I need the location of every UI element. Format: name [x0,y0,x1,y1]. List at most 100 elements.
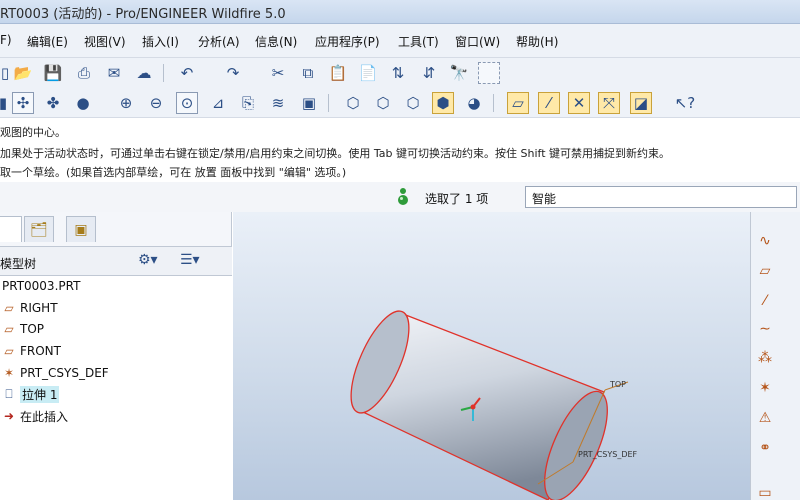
menu-window[interactable]: 窗口(W) [455,33,500,50]
menu-edit[interactable]: 编辑(E) [27,33,68,50]
tree-item-csys[interactable]: ✶ PRT_CSYS_DEF [0,363,109,383]
tab-favorites[interactable]: ▣ [66,216,96,242]
tree-settings-icon[interactable]: ⚙▾ [138,252,158,268]
menu-bar: F) 编辑(E) 视图(V) 插入(I) 分析(A) 信息(N) 应用程序(P)… [0,24,800,58]
menu-applications[interactable]: 应用程序(P) [315,33,380,50]
tree-item-label: FRONT [20,344,61,358]
csys-icon: ✶ [3,366,15,380]
selection-filter[interactable]: 智能 [525,186,797,208]
analysis-feature-icon[interactable]: ⚠ [754,407,776,429]
view-toolbar: ▮ ✣ ✤ ● ⊕ ⊖ ⊙ ⊿ ⎘ ≋ ▣ ⬡ ⬡ ⬡ ⬢ ◕ ▱ ⁄ ✕ ⤧ … [0,88,800,118]
datum-curve-icon[interactable]: ∿ [754,230,776,252]
tree-item-extrude[interactable]: ⎕ 拉伸 1 [0,384,60,404]
message-line: 观图的中心。 [0,126,66,139]
datum-points-icon[interactable]: ✕ [568,92,590,114]
menu-tools[interactable]: 工具(T) [398,33,439,50]
status-bar: 选取了 1 项 智能 [0,182,800,212]
regenerate-manager-icon[interactable]: ⇵ [418,62,440,84]
model-tree-title: 模型树 [0,257,37,271]
menu-info[interactable]: 信息(N) [255,33,297,50]
view-manager-icon[interactable]: ▣ [298,92,320,114]
tree-item-part[interactable]: PRT0003.PRT [0,276,80,296]
label-csys: PRT_CSYS_DEF [578,450,638,459]
model-view: TOP PRT_CSYS_DEF [350,310,638,500]
insert-feature-icon[interactable]: ⚭ [754,437,776,459]
tree-item-label: PRT0003.PRT [2,279,81,293]
message-area: 观图的中心。 加果处于活动状态时，可通过单击右键在锁定/禁用/启用约束之间切换。… [0,118,800,182]
tab-folder-browser[interactable]: 🗂 [24,216,54,242]
saved-views-icon[interactable]: ⎘ [237,92,259,114]
redo-icon[interactable]: ↷ [222,62,244,84]
save-icon[interactable]: 💾 [42,62,64,84]
tree-item-label: 在此插入 [20,409,69,424]
tree-item-insert-here[interactable]: ➜ 在此插入 [0,406,68,426]
toolbar-separator [493,94,494,112]
undo-icon[interactable]: ↶ [176,62,198,84]
menu-analysis[interactable]: 分析(A) [198,33,240,50]
open-icon[interactable]: 📂 [12,62,34,84]
regenerate-icon[interactable]: ⇅ [387,62,409,84]
menu-insert[interactable]: 插入(I) [142,33,179,50]
enhanced-realism-icon[interactable]: ◕ [463,92,485,114]
spin-center-icon[interactable]: ✣ [12,92,34,114]
orient-icon[interactable]: ✤ [42,92,64,114]
datum-axis-icon[interactable]: ⁄ [754,290,776,312]
extrude-icon: ⎕ [5,386,13,401]
paste-special-icon[interactable]: 📄 [357,62,379,84]
model-tree: PRT0003.PRT ▱ RIGHT ▱ TOP ▱ FRONT ✶ PRT_… [0,276,232,500]
selection-count: 选取了 1 项 [425,192,489,206]
datum-plane-icon: ▱ [4,301,14,315]
graphics-window[interactable]: TOP PRT_CSYS_DEF [233,212,750,500]
tree-item-label: PRT_CSYS_DEF [20,366,109,380]
coordinate-systems-icon[interactable]: ⤧ [598,92,620,114]
zoom-in-icon[interactable]: ⊕ [115,92,137,114]
datum-point-icon[interactable]: ⁂ [754,347,776,369]
tree-item-right[interactable]: ▱ RIGHT [0,298,58,318]
wireframe-icon[interactable]: ⬡ [342,92,364,114]
insert-arrow-icon: ➜ [3,409,15,423]
coordinate-system-icon[interactable]: ✶ [754,377,776,399]
sketched-curve-icon[interactable]: ∼ [754,318,776,340]
tab-model-tree[interactable] [0,216,22,242]
reorient-icon[interactable]: ⊿ [207,92,229,114]
context-help-icon[interactable]: ↖? [674,92,696,114]
navigator-panel: 🗂 ▣ 模型树 ⚙▾ ☰▾ PRT0003.PRT ▱ RIGHT ▱ TOP … [0,212,232,500]
datum-planes-icon[interactable]: ▱ [507,92,529,114]
hidden-line-icon[interactable]: ⬡ [372,92,394,114]
menu-file[interactable]: F) [0,33,12,47]
message-line: 取一个草绘。(如果首选内部草绘，可在 放置 面板中找到 "编辑" 选项。) [0,166,347,179]
shading-icon[interactable]: ⬢ [432,92,454,114]
print-icon[interactable]: ⎙ [73,62,95,84]
refit-icon[interactable]: ⊙ [176,92,198,114]
tree-item-front[interactable]: ▱ FRONT [0,341,61,361]
cut-icon[interactable]: ✂ [267,62,289,84]
paste-icon[interactable]: 📋 [327,62,349,84]
tree-item-label: 拉伸 1 [20,385,60,403]
menu-help[interactable]: 帮助(H) [516,33,558,50]
find-icon[interactable]: 🔭 [448,62,470,84]
email-icon[interactable]: ✉ [103,62,125,84]
label-top: TOP [609,380,626,389]
tree-item-top[interactable]: ▱ TOP [0,319,44,339]
copy-icon[interactable]: ⧉ [297,62,319,84]
toolbar-separator [163,64,164,82]
datum-axes-icon[interactable]: ⁄ [538,92,560,114]
sketch-icon[interactable]: ▭ [754,482,776,500]
datum-plane-icon: ▱ [4,344,14,358]
tree-columns-icon[interactable]: ☰▾ [180,252,200,268]
send-icon[interactable]: ☁ [133,62,155,84]
datum-plane-icon[interactable]: ▱ [754,260,776,282]
menu-view[interactable]: 视图(V) [84,33,126,50]
annotations-icon[interactable]: ◪ [630,92,652,114]
tree-item-label: RIGHT [20,301,58,315]
select-box-icon[interactable] [478,62,500,84]
tree-item-label: TOP [20,322,45,336]
datum-plane-icon: ▱ [4,322,14,336]
title-bar: RT0003 (活动的) - Pro/ENGINEER Wildfire 5.0 [0,0,800,24]
window-title: RT0003 (活动的) - Pro/ENGINEER Wildfire 5.0 [0,7,286,22]
toolbar-separator [328,94,329,112]
layers-icon[interactable]: ≋ [267,92,289,114]
zoom-out-icon[interactable]: ⊖ [145,92,167,114]
appearance-icon[interactable]: ● [72,92,94,114]
no-hidden-icon[interactable]: ⬡ [402,92,424,114]
